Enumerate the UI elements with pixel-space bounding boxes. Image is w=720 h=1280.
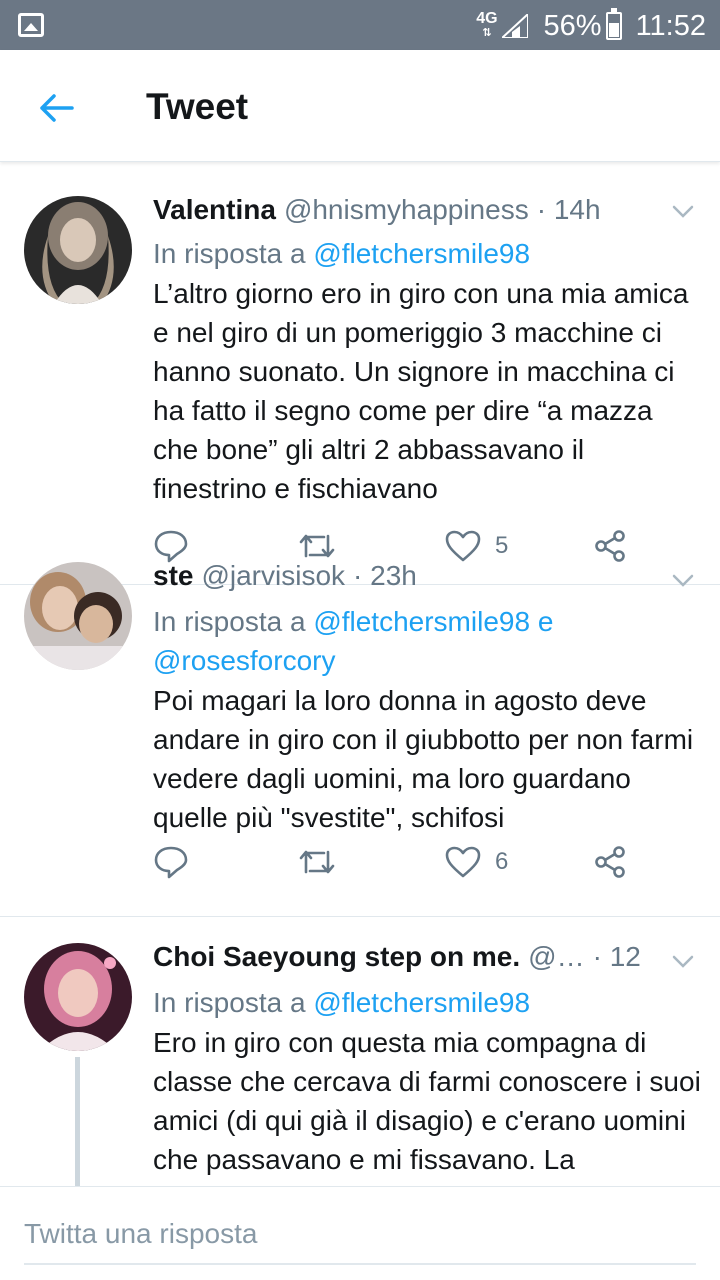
tweet-header: Valentina @hnismyhappiness · 14h [153,194,700,226]
clock: 11:52 [635,9,706,42]
reply-icon [154,846,188,879]
battery-icon [605,8,622,40]
tweet-time: 14h [553,194,601,225]
like-count: 6 [495,848,509,875]
retweet-button[interactable] [298,842,336,882]
reply-context: In risposta a @fletchersmile98 [153,234,693,273]
tweet-text: L’altro giorno ero in giro con una mia a… [153,278,689,504]
user-handle[interactable]: @jarvisisok [201,560,345,592]
tweet-time: 12h [609,941,640,972]
gallery-notification-icon [18,13,44,37]
reply-mention[interactable]: @fletchersmile98 [313,606,530,637]
tweet-actions: 6 [153,842,653,882]
chevron-down-icon[interactable] [670,198,696,224]
chevron-down-icon[interactable] [670,567,696,593]
reply-bar [0,1186,720,1280]
reply-mention[interactable]: @fletchersmile98 [313,238,530,269]
user-name[interactable]: Valentina [153,194,276,226]
tweet-feed[interactable]: Valentina @hnismyhappiness · 14h In risp… [0,50,720,1186]
tweet-header: ste @jarvisisok · 23h [153,560,700,592]
share-icon [595,846,625,878]
separator-dot: · [353,560,363,591]
tweet-text: Poi magari la loro donna in agosto deve … [153,685,694,833]
back-arrow-icon [40,94,74,122]
page-title: Tweet [146,86,249,127]
retweet-icon [299,850,335,874]
user-name[interactable]: ste [153,560,193,592]
heart-icon [445,846,481,878]
thread-line [75,1057,80,1186]
avatar[interactable] [24,196,132,304]
user-name[interactable]: Choi Saeyoung step on me. [153,941,520,973]
reply-input[interactable] [24,1205,696,1265]
reply-context: In risposta a @fletchersmile98 e @rosesf… [153,602,693,680]
reply-label: In risposta a [153,987,306,1018]
reply-label: In risposta a [153,238,306,269]
reply-label: In risposta a [153,606,306,637]
share-button[interactable] [593,842,627,882]
battery-percent: 56% [543,9,602,42]
reply-joiner: e [537,606,554,637]
tweet[interactable]: Valentina @hnismyhappiness · 14h In risp… [0,104,720,585]
tweet-text: Ero in giro con questa mia compagna di c… [153,1027,701,1175]
avatar[interactable] [24,562,132,670]
avatar[interactable] [24,943,132,1051]
tweet[interactable]: Choi Saeyoung step on me. @… · 12h In ri… [0,917,720,1186]
tweet[interactable]: ste @jarvisisok · 23h In risposta a @fle… [0,536,720,917]
app-header: Tweet [0,50,720,162]
status-bar: 4G ⇅ 56% 11:52 [0,0,720,50]
user-handle[interactable]: @… [528,941,584,973]
signal-icon [501,14,528,38]
tweet-header: Choi Saeyoung step on me. @… · 12h [153,941,640,973]
reply-mention[interactable]: @fletchersmile98 [313,987,530,1018]
separator-dot: · [536,194,547,225]
reply-button[interactable] [153,842,189,882]
separator-dot: · [592,941,602,972]
tweet-time: 23h [370,560,417,591]
user-handle[interactable]: @hnismyhappiness [284,194,529,226]
reply-context: In risposta a @fletchersmile98 [153,983,693,1022]
back-button[interactable] [34,86,78,130]
reply-mention[interactable]: @rosesforcory [153,645,335,676]
network-type: 4G ⇅ [476,10,498,40]
like-button[interactable]: 6 [445,842,508,882]
chevron-down-icon[interactable] [670,948,696,974]
